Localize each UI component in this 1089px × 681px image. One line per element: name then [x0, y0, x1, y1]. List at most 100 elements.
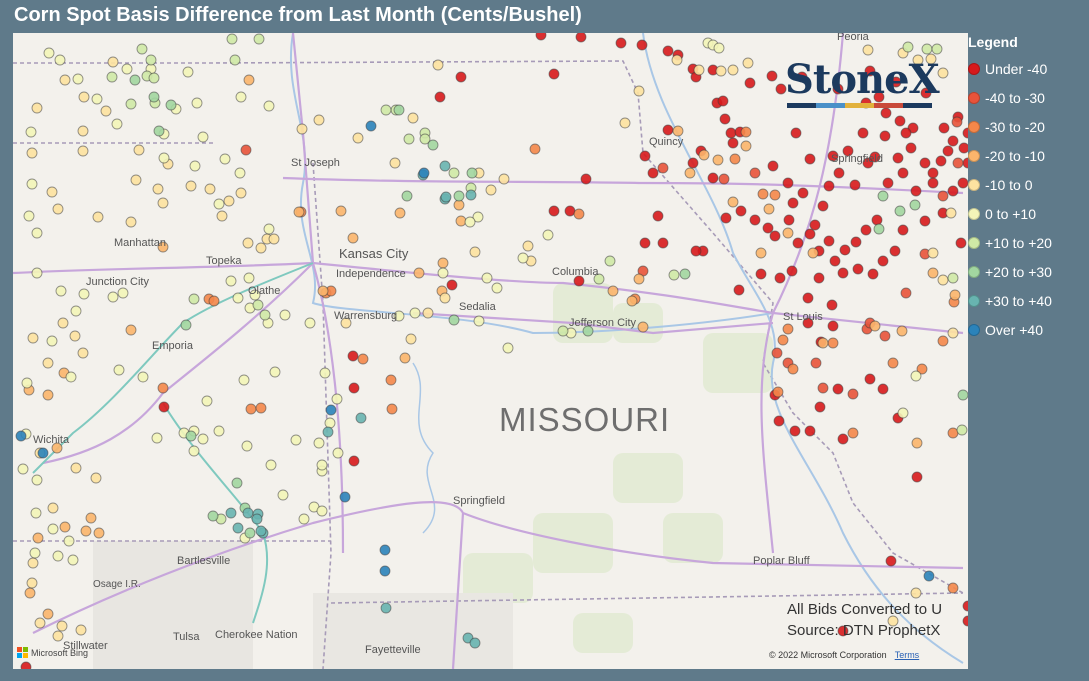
- basis-point[interactable]: [72, 73, 84, 85]
- basis-point[interactable]: [491, 282, 503, 294]
- basis-point[interactable]: [231, 477, 243, 489]
- basis-point[interactable]: [339, 491, 351, 503]
- basis-point[interactable]: [729, 153, 741, 165]
- legend-item[interactable]: +30 to +40: [968, 286, 1086, 315]
- basis-point[interactable]: [399, 352, 411, 364]
- basis-point[interactable]: [313, 114, 325, 126]
- basis-point[interactable]: [78, 91, 90, 103]
- basis-point[interactable]: [446, 279, 458, 291]
- basis-point[interactable]: [255, 242, 267, 254]
- basis-point[interactable]: [37, 447, 49, 459]
- basis-point[interactable]: [107, 291, 119, 303]
- basis-point[interactable]: [304, 317, 316, 329]
- basis-point[interactable]: [111, 118, 123, 130]
- basis-point[interactable]: [718, 173, 730, 185]
- basis-point[interactable]: [879, 130, 891, 142]
- basis-point[interactable]: [232, 522, 244, 534]
- basis-point[interactable]: [422, 307, 434, 319]
- basis-point[interactable]: [290, 434, 302, 446]
- basis-point[interactable]: [810, 357, 822, 369]
- basis-point[interactable]: [786, 265, 798, 277]
- basis-point[interactable]: [502, 342, 514, 354]
- map-canvas[interactable]: MISSOURI St Joseph Manhattan Topeka Junc…: [13, 33, 968, 669]
- basis-point[interactable]: [413, 267, 425, 279]
- basis-point[interactable]: [498, 173, 510, 185]
- basis-point[interactable]: [133, 144, 145, 156]
- basis-point[interactable]: [393, 104, 405, 116]
- basis-point[interactable]: [255, 402, 267, 414]
- basis-point[interactable]: [204, 183, 216, 195]
- basis-point[interactable]: [77, 347, 89, 359]
- basis-point[interactable]: [580, 173, 592, 185]
- basis-point[interactable]: [857, 127, 869, 139]
- basis-point[interactable]: [440, 191, 452, 203]
- basis-point[interactable]: [896, 325, 908, 337]
- basis-point[interactable]: [347, 350, 359, 362]
- basis-point[interactable]: [335, 205, 347, 217]
- basis-point[interactable]: [26, 178, 38, 190]
- basis-point[interactable]: [27, 557, 39, 569]
- basis-point[interactable]: [672, 125, 684, 137]
- basis-point[interactable]: [763, 203, 775, 215]
- basis-point[interactable]: [777, 334, 789, 346]
- basis-point[interactable]: [947, 272, 959, 284]
- basis-point[interactable]: [153, 125, 165, 137]
- basis-point[interactable]: [837, 267, 849, 279]
- legend-item[interactable]: Under -40: [968, 54, 1086, 83]
- basis-point[interactable]: [827, 320, 839, 332]
- basis-point[interactable]: [652, 210, 664, 222]
- basis-point[interactable]: [29, 547, 41, 559]
- basis-point[interactable]: [911, 437, 923, 449]
- basis-point[interactable]: [802, 292, 814, 304]
- basis-point[interactable]: [238, 374, 250, 386]
- basis-point[interactable]: [70, 305, 82, 317]
- basis-point[interactable]: [325, 404, 337, 416]
- basis-point[interactable]: [31, 474, 43, 486]
- basis-point[interactable]: [77, 145, 89, 157]
- basis-point[interactable]: [331, 393, 343, 405]
- basis-point[interactable]: [564, 205, 576, 217]
- basis-point[interactable]: [955, 237, 967, 249]
- basis-point[interactable]: [54, 54, 66, 66]
- basis-point[interactable]: [715, 65, 727, 77]
- basis-point[interactable]: [927, 167, 939, 179]
- basis-point[interactable]: [93, 527, 105, 539]
- legend-item[interactable]: -30 to -20: [968, 112, 1086, 141]
- basis-point[interactable]: [804, 228, 816, 240]
- basis-point[interactable]: [897, 224, 909, 236]
- basis-point[interactable]: [453, 199, 465, 211]
- basis-point[interactable]: [347, 232, 359, 244]
- basis-point[interactable]: [885, 555, 897, 567]
- basis-point[interactable]: [263, 223, 275, 235]
- basis-point[interactable]: [469, 246, 481, 258]
- basis-point[interactable]: [847, 427, 859, 439]
- basis-point[interactable]: [216, 210, 228, 222]
- basis-point[interactable]: [69, 330, 81, 342]
- basis-point[interactable]: [201, 395, 213, 407]
- basis-point[interactable]: [951, 116, 963, 128]
- basis-point[interactable]: [911, 471, 923, 483]
- basis-point[interactable]: [348, 382, 360, 394]
- basis-point[interactable]: [873, 223, 885, 235]
- basis-point[interactable]: [733, 284, 745, 296]
- basis-point[interactable]: [197, 433, 209, 445]
- basis-point[interactable]: [252, 299, 264, 311]
- basis-point[interactable]: [439, 160, 451, 172]
- basis-point[interactable]: [145, 54, 157, 66]
- basis-point[interactable]: [21, 377, 33, 389]
- basis-point[interactable]: [755, 247, 767, 259]
- basis-point[interactable]: [657, 162, 669, 174]
- basis-point[interactable]: [125, 98, 137, 110]
- basis-point[interactable]: [180, 319, 192, 331]
- basis-point[interactable]: [31, 227, 43, 239]
- basis-point[interactable]: [727, 64, 739, 76]
- basis-point[interactable]: [529, 143, 541, 155]
- basis-point[interactable]: [639, 150, 651, 162]
- basis-point[interactable]: [720, 212, 732, 224]
- basis-point[interactable]: [804, 425, 816, 437]
- basis-point[interactable]: [432, 59, 444, 71]
- basis-point[interactable]: [902, 41, 914, 53]
- basis-point[interactable]: [77, 125, 89, 137]
- basis-point[interactable]: [324, 417, 336, 429]
- basis-point[interactable]: [47, 502, 59, 514]
